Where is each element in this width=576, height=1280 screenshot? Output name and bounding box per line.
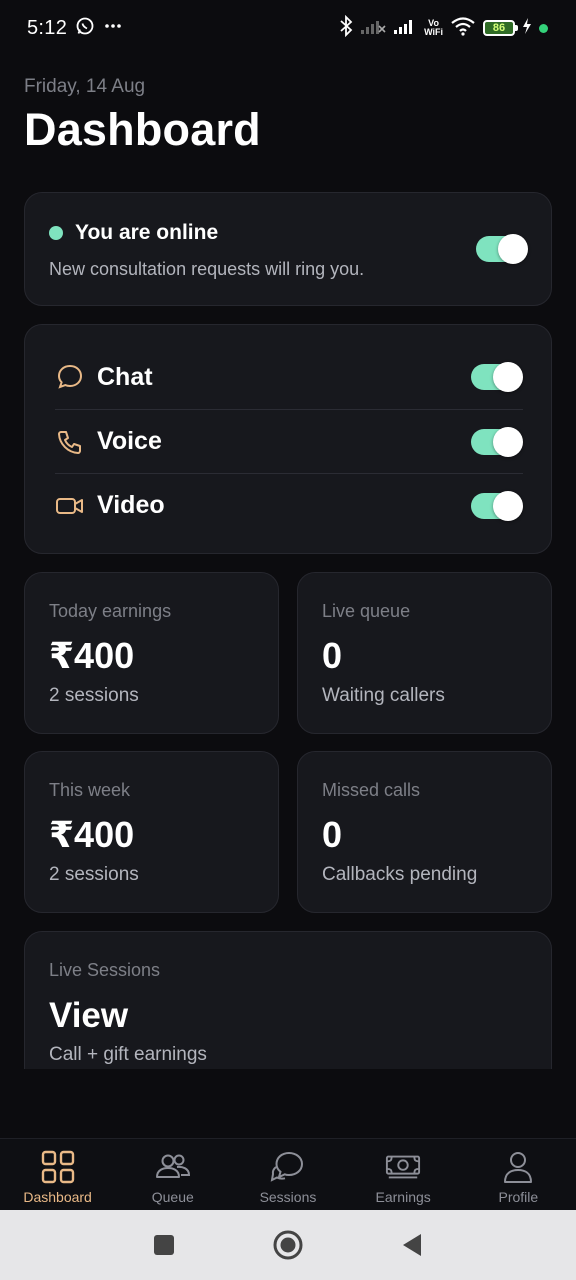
mode-label-video: Video [97, 491, 165, 519]
voice-toggle[interactable] [471, 427, 523, 457]
signal-icon-sim2 [393, 17, 417, 40]
phone-icon [55, 427, 85, 457]
users-icon [155, 1149, 191, 1185]
toggle-knob [498, 234, 528, 264]
nav-label-earnings: Earnings [375, 1189, 431, 1205]
money-icon [385, 1149, 421, 1185]
nav-label-dashboard: Dashboard [23, 1189, 92, 1205]
privacy-indicator-dot [539, 23, 548, 33]
status-bar: 5:12 Vo WiFi 86 [0, 0, 576, 56]
stat-card-today-earnings[interactable]: Today earnings ₹400 2 sessions [24, 572, 279, 734]
online-status-subtitle: New consultation requests will ring you. [49, 259, 365, 279]
charging-icon [522, 17, 532, 39]
more-icon [103, 16, 123, 41]
stat-card-live-queue[interactable]: Live queue 0 Waiting callers [297, 572, 552, 734]
stat-sub: Waiting callers [322, 685, 445, 706]
mode-row-video: Video [55, 473, 523, 537]
stat-card-this-week[interactable]: This week ₹400 2 sessions [24, 751, 279, 913]
chat-toggle[interactable] [471, 362, 523, 392]
stat-sub: Callbacks pending [322, 864, 478, 885]
back-button[interactable] [394, 1227, 430, 1263]
whatsapp-icon [75, 16, 95, 41]
stat-value: 0 [322, 635, 343, 676]
dashboard-grid-icon [40, 1149, 76, 1185]
video-toggle[interactable] [471, 491, 523, 521]
stat-label: Today earnings [49, 601, 172, 621]
nav-label-profile: Profile [498, 1189, 539, 1205]
mode-label-voice: Voice [97, 427, 162, 455]
battery-level: 86 [492, 21, 506, 34]
stat-label: This week [49, 780, 131, 800]
toggle-knob [493, 362, 523, 392]
online-status-card: You are online New consultation requests… [24, 192, 552, 306]
stat-value: ₹400 [49, 635, 135, 676]
nav-item-sessions[interactable]: Sessions [230, 1139, 345, 1211]
online-status-title: You are online [75, 221, 219, 244]
stat-value: ₹400 [49, 814, 135, 855]
chat-bubbles-icon [270, 1149, 306, 1185]
consultation-modes-card: Chat Voice Video [24, 324, 552, 554]
mode-row-voice: Voice [55, 409, 523, 473]
nav-item-queue[interactable]: Queue [115, 1139, 230, 1211]
stat-sub: 2 sessions [49, 685, 139, 706]
nav-item-dashboard[interactable]: Dashboard [0, 1139, 115, 1211]
stat-sub: 2 sessions [49, 864, 139, 885]
live-sessions-card[interactable]: Live Sessions View Call + gift earnings [24, 931, 552, 1091]
live-sessions-label: Live Sessions [49, 960, 161, 980]
status-time: 5:12 [27, 16, 68, 39]
toggle-knob [493, 491, 523, 521]
nav-item-earnings[interactable]: Earnings [346, 1139, 461, 1211]
person-icon [500, 1149, 536, 1185]
toggle-knob [493, 427, 523, 457]
bluetooth-icon [339, 14, 353, 42]
nav-item-profile[interactable]: Profile [461, 1139, 576, 1211]
date-label: Friday, 14 Aug [24, 76, 146, 97]
nav-label-queue: Queue [151, 1189, 194, 1205]
chat-icon [55, 362, 85, 392]
signal-icon-sim1 [360, 17, 386, 40]
nav-label-sessions: Sessions [259, 1189, 317, 1205]
stat-value: 0 [322, 814, 343, 855]
scroll-clip [0, 1069, 576, 1138]
home-button[interactable] [270, 1227, 306, 1263]
battery-icon: 86 [483, 20, 518, 36]
bottom-navigation: Dashboard Queue Sessions Earnings Profil… [0, 1138, 576, 1210]
live-sessions-view[interactable]: View [49, 996, 128, 1036]
stat-label: Missed calls [322, 780, 421, 800]
recent-apps-button[interactable] [146, 1227, 182, 1263]
live-sessions-sub: Call + gift earnings [49, 1044, 207, 1065]
online-toggle[interactable] [476, 234, 528, 264]
video-icon [55, 491, 85, 521]
wifi-icon [450, 16, 476, 41]
system-navigation-bar [0, 1210, 576, 1280]
mode-row-chat: Chat [55, 345, 523, 409]
online-status-dot [49, 226, 63, 240]
vowifi-indicator: Vo WiFi [424, 18, 443, 37]
stat-label: Live queue [322, 601, 411, 621]
page-title: Dashboard [24, 104, 261, 155]
stat-card-missed-calls[interactable]: Missed calls 0 Callbacks pending [297, 751, 552, 913]
mode-label-chat: Chat [97, 362, 153, 391]
